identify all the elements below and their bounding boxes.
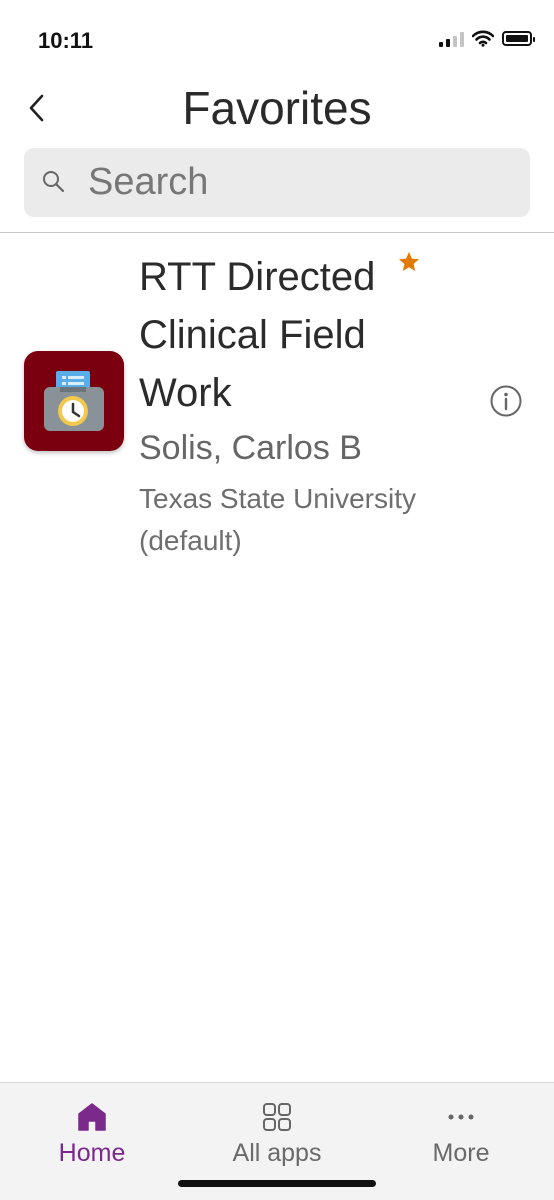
search-icon (43, 171, 65, 193)
page-title: Favorites (182, 82, 372, 134)
status-time: 10:11 (38, 28, 94, 53)
status-bar: 10:11 (0, 0, 554, 80)
home-icon (76, 1101, 108, 1133)
search-input[interactable] (88, 148, 508, 217)
tab-all-apps[interactable]: All apps (207, 1083, 347, 1168)
tab-more[interactable]: More (391, 1083, 531, 1168)
cellular-signal-icon (439, 31, 464, 47)
favorites-screen: 10:11 Favorites Search RTT Directed Clin… (0, 0, 554, 1200)
more-icon (445, 1101, 477, 1133)
app-name: RTT Directed Clinical Field Work (139, 255, 376, 415)
header-divider (0, 232, 554, 233)
search-bar[interactable] (24, 148, 530, 217)
home-indicator (178, 1180, 376, 1187)
status-icons (439, 30, 535, 47)
info-icon (490, 385, 522, 417)
app-owner: Solis, Carlos B (139, 429, 362, 467)
app-info-button[interactable] (489, 384, 523, 418)
app-environment: Texas State University (default) (139, 483, 416, 556)
battery-icon (502, 31, 535, 46)
favorite-app-item[interactable]: RTT Directed Clinical Field Work Solis, … (0, 240, 554, 570)
grid-icon (261, 1101, 293, 1133)
tab-home-label: Home (58, 1139, 126, 1167)
favorite-star-icon[interactable] (397, 250, 421, 274)
wifi-icon (472, 30, 494, 47)
timecard-clock-icon (24, 351, 124, 451)
tab-more-label: More (432, 1139, 490, 1167)
tab-all-apps-label: All apps (232, 1139, 322, 1167)
tab-home[interactable]: Home (22, 1083, 162, 1168)
